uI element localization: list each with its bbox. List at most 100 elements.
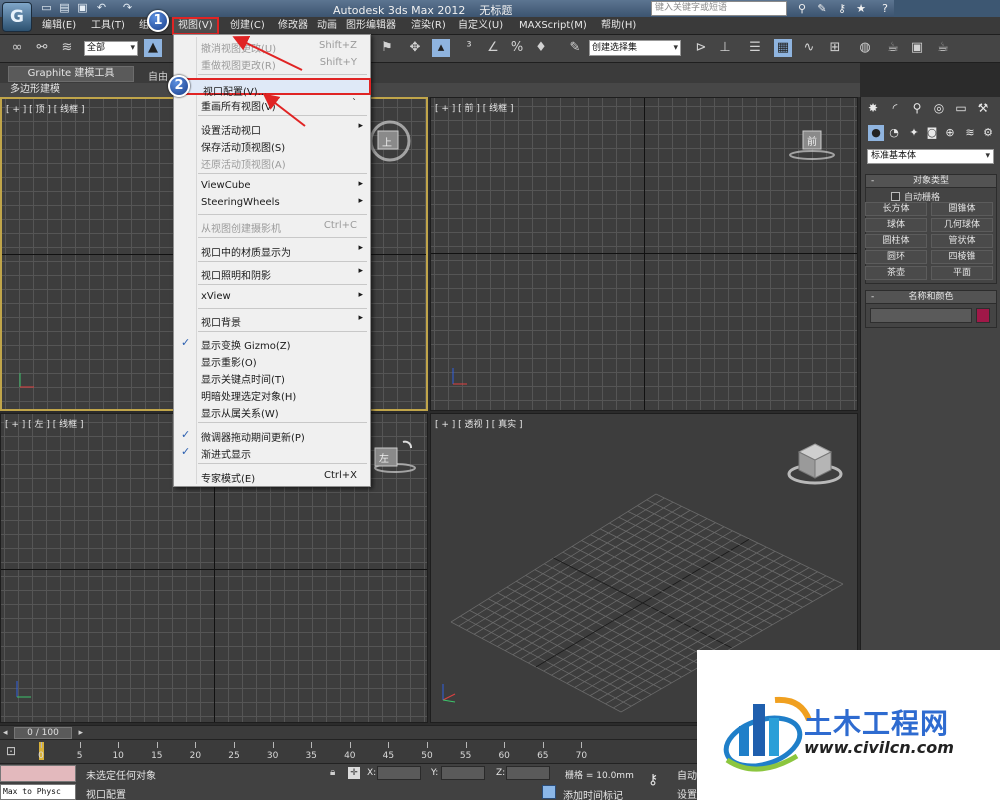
menu-item-viewcube[interactable]: ViewCube ▸ bbox=[175, 177, 371, 194]
lights-icon[interactable]: ✦ bbox=[906, 125, 922, 141]
plane-button[interactable]: 平面 bbox=[931, 266, 993, 280]
box-button[interactable]: 长方体 bbox=[865, 202, 927, 216]
object-name-input[interactable] bbox=[870, 308, 972, 323]
snaps-3d-icon[interactable]: ³ bbox=[460, 39, 478, 57]
menu-graph-editors[interactable]: 图形编辑器 bbox=[346, 19, 396, 33]
systems-icon[interactable]: ⚙ bbox=[980, 125, 996, 141]
menu-item-redo-view[interactable]: 重做视图更改(R) Shift+Y bbox=[175, 54, 371, 72]
menu-item-xview[interactable]: xView ▸ bbox=[175, 288, 371, 305]
create-tab-icon[interactable]: ✸ bbox=[864, 100, 882, 117]
ribbon-tab-freeform[interactable]: 自由 bbox=[148, 68, 168, 83]
menu-item-restore-active-view[interactable]: 还原活动顶视图(A) bbox=[175, 153, 371, 171]
menu-maxscript[interactable]: MAXScript(M) bbox=[519, 19, 587, 33]
tube-button[interactable]: 管状体 bbox=[931, 234, 993, 248]
selection-filter-select[interactable]: 全部 bbox=[84, 41, 138, 56]
link-icon[interactable]: ∞ bbox=[8, 39, 26, 57]
menu-item-expert-mode[interactable]: 专家模式(E) Ctrl+X bbox=[175, 467, 371, 485]
sphere-button[interactable]: 球体 bbox=[865, 218, 927, 232]
layer-manager-icon[interactable]: ☰ bbox=[746, 39, 764, 57]
redo-icon[interactable]: ↷ bbox=[121, 2, 134, 14]
star-icon[interactable]: ★ bbox=[854, 2, 868, 15]
align-icon[interactable]: ⊥ bbox=[716, 39, 734, 57]
viewcube[interactable] bbox=[785, 440, 845, 490]
menu-rendering[interactable]: 渲染(R) bbox=[411, 19, 446, 33]
help-icon[interactable]: ? bbox=[878, 2, 892, 15]
menu-item-show-key-times[interactable]: 显示关键点时间(T) bbox=[175, 368, 371, 386]
rollout-object-type[interactable]: - 对象类型 bbox=[865, 174, 997, 188]
teapot-button[interactable]: 茶壶 bbox=[865, 266, 927, 280]
rendered-frame-icon[interactable]: ▣ bbox=[908, 39, 926, 57]
bind-space-warp-icon[interactable]: ≋ bbox=[58, 39, 76, 57]
help-search-input[interactable]: 键入关键字或短语 bbox=[651, 1, 787, 16]
binoculars-icon[interactable]: ⚲ bbox=[795, 2, 809, 15]
tools-icon[interactable]: ✎ bbox=[815, 2, 829, 15]
percent-snap-icon[interactable]: % bbox=[508, 39, 526, 57]
maxscript-mini-listener[interactable]: Max to Physc bbox=[0, 784, 76, 800]
cameras-icon[interactable]: ◙ bbox=[924, 125, 940, 141]
add-time-tag-icon[interactable] bbox=[542, 785, 556, 799]
spinner-snap-icon[interactable]: ♦ bbox=[532, 39, 550, 57]
undo-icon[interactable]: ↶ bbox=[95, 2, 108, 14]
app-logo[interactable]: G bbox=[2, 2, 32, 32]
menu-item-undo-view[interactable]: 撤消视图更改(U) Shift+Z bbox=[175, 37, 371, 55]
render-production-icon[interactable]: ☕ bbox=[934, 39, 952, 57]
menu-item-show-transform-gizmo[interactable]: ✓ 显示变换 Gizmo(Z) bbox=[175, 334, 371, 352]
menu-item-steeringwheels[interactable]: SteeringWheels ▸ bbox=[175, 194, 371, 211]
menu-item-show-dependencies[interactable]: 显示从属关系(W) bbox=[175, 402, 371, 420]
mirror-icon[interactable]: ⊳ bbox=[692, 39, 710, 57]
menu-item-show-ghosting[interactable]: 显示重影(O) bbox=[175, 351, 371, 369]
new-file-icon[interactable]: ▭ bbox=[40, 2, 53, 14]
viewport-front[interactable]: [ + ] [ 前 ] [ 线框 ] 前 bbox=[430, 97, 858, 411]
pyramid-button[interactable]: 四棱锥 bbox=[931, 250, 993, 264]
helpers-icon[interactable]: ⊕ bbox=[942, 125, 958, 141]
display-tab-icon[interactable]: ▭ bbox=[952, 100, 970, 117]
set-key-icon[interactable]: ⚷ bbox=[648, 772, 658, 788]
menu-item-save-active-view[interactable]: 保存活动顶视图(S) bbox=[175, 136, 371, 154]
viewcube[interactable]: 左 bbox=[373, 440, 416, 480]
cylinder-button[interactable]: 圆柱体 bbox=[865, 234, 927, 248]
motion-tab-icon[interactable]: ◎ bbox=[930, 100, 948, 117]
graphite-toggle-icon[interactable]: ▦ bbox=[774, 39, 792, 57]
menu-modifiers[interactable]: 修改器 bbox=[278, 19, 308, 33]
add-time-tag-label[interactable]: 添加时间标记 bbox=[563, 787, 623, 800]
menu-edit[interactable]: 编辑(E) bbox=[42, 19, 76, 33]
mini-curve-editor-icon[interactable]: ⊡ bbox=[6, 744, 16, 758]
time-slider-thumb[interactable]: 0 / 100 bbox=[3, 727, 83, 739]
snap-toggle-icon[interactable]: ▴ bbox=[432, 39, 450, 57]
viewport-label[interactable]: [ + ] [ 左 ] [ 线框 ] bbox=[5, 417, 84, 430]
viewport-label[interactable]: [ + ] [ 前 ] [ 线框 ] bbox=[435, 101, 514, 114]
menu-customize[interactable]: 自定义(U) bbox=[458, 19, 503, 33]
render-setup-icon[interactable]: ☕ bbox=[884, 39, 902, 57]
edit-named-selection-icon[interactable]: ✎ bbox=[566, 39, 584, 57]
torus-button[interactable]: 圆环 bbox=[865, 250, 927, 264]
menu-item-progressive-display[interactable]: ✓ 渐进式显示 bbox=[175, 443, 371, 461]
menu-item-set-active-viewport[interactable]: 设置活动视口 ▸ bbox=[175, 119, 371, 137]
schematic-view-icon[interactable]: ⊞ bbox=[826, 39, 844, 57]
polygon-modeling-label[interactable]: 多边形建模 bbox=[10, 83, 60, 97]
menu-item-viewport-background[interactable]: 视口背景 ▸ bbox=[175, 311, 371, 329]
menu-tools[interactable]: 工具(T) bbox=[91, 19, 125, 33]
shapes-icon[interactable]: ◔ bbox=[886, 125, 902, 141]
z-coordinate-input[interactable] bbox=[506, 766, 550, 780]
save-icon[interactable]: ▣ bbox=[76, 2, 89, 14]
viewport-label[interactable]: [ + ] [ 顶 ] [ 线框 ] bbox=[6, 102, 85, 115]
auto-key-button[interactable]: 自动 bbox=[677, 767, 697, 782]
set-key-button[interactable]: 设置 bbox=[677, 786, 697, 800]
lock-selection-icon[interactable]: 🔒︎ bbox=[330, 767, 335, 778]
menu-item-update-during-spinner-drag[interactable]: ✓ 微调器拖动期间更新(P) bbox=[175, 426, 371, 444]
ribbon-tab-graphite[interactable]: Graphite 建模工具 bbox=[8, 66, 134, 82]
rollout-name-color[interactable]: - 名称和颜色 bbox=[865, 290, 997, 304]
menu-create[interactable]: 创建(C) bbox=[230, 19, 265, 33]
geometry-icon[interactable]: ● bbox=[868, 125, 884, 141]
menu-item-redraw-all-views[interactable]: 重画所有视图(V) ` bbox=[175, 95, 371, 113]
space-warps-icon[interactable]: ≋ bbox=[962, 125, 978, 141]
open-folder-icon[interactable]: ▤ bbox=[58, 2, 71, 14]
menu-item-lighting-shadows[interactable]: 视口照明和阴影 ▸ bbox=[175, 264, 371, 282]
menu-view[interactable]: 视图(V) bbox=[172, 17, 219, 35]
viewcube[interactable]: 上 bbox=[368, 119, 411, 162]
modify-tab-icon[interactable]: ◜ bbox=[886, 100, 904, 117]
menu-item-create-camera-from-view[interactable]: 从视图创建摄影机 Ctrl+C bbox=[175, 217, 371, 235]
viewcube[interactable]: 前 bbox=[787, 123, 835, 163]
menu-item-material-display[interactable]: 视口中的材质显示为 ▸ bbox=[175, 241, 371, 259]
keyboard-shortcut-icon[interactable]: ✥ bbox=[406, 39, 424, 57]
